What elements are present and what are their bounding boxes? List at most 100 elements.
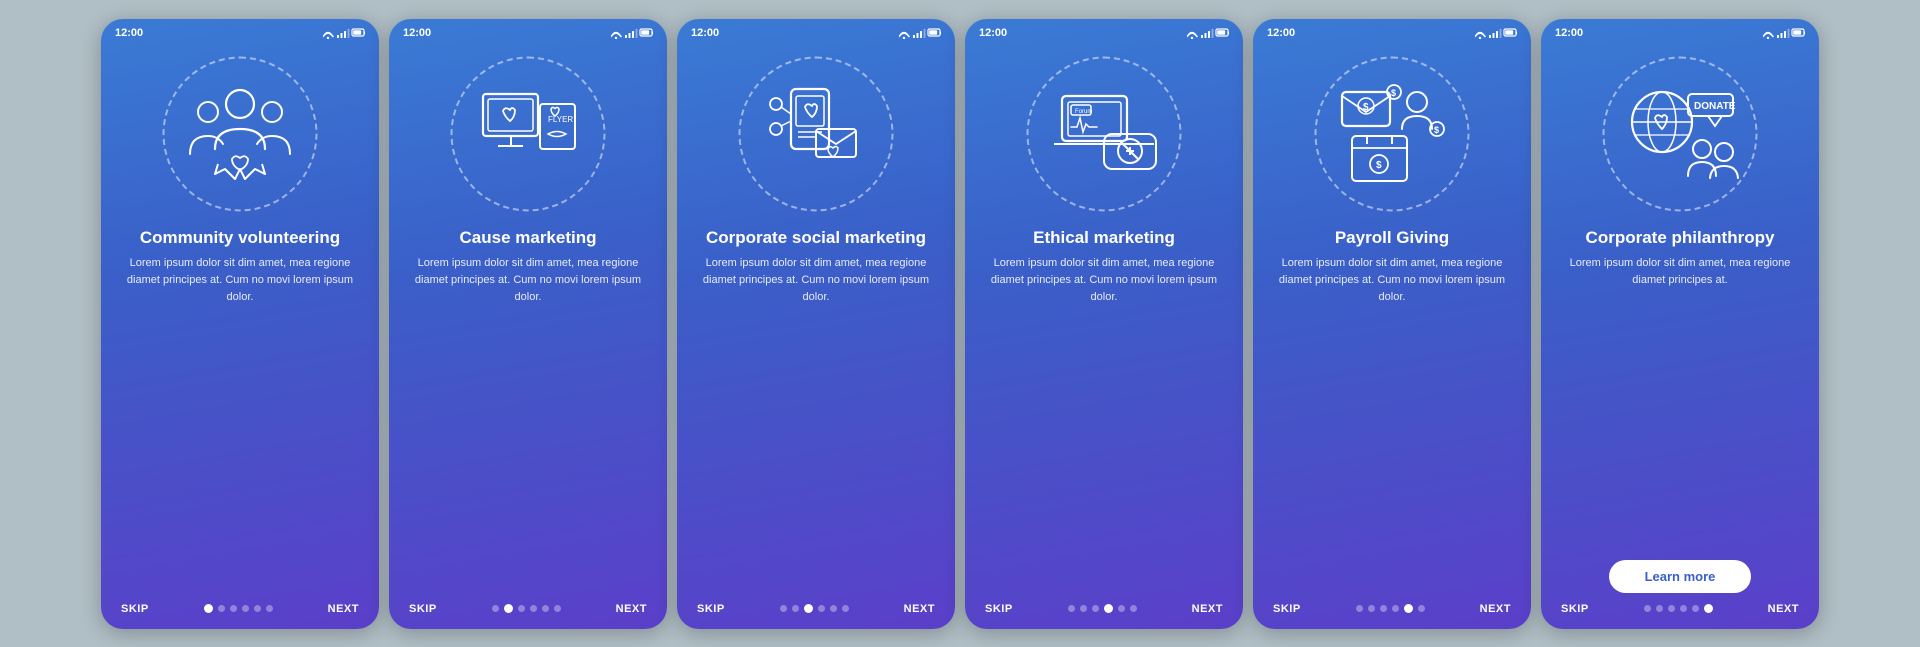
status-time: 12:00	[115, 27, 143, 39]
pagination-dot-5[interactable]	[1704, 604, 1713, 613]
skip-button[interactable]: SKIP	[121, 603, 149, 615]
pagination-dot-3[interactable]	[1104, 604, 1113, 613]
pagination-dot-4[interactable]	[254, 605, 261, 612]
status-icons	[1475, 27, 1517, 39]
illustration-area: Forum	[1019, 49, 1189, 219]
pagination-dot-0[interactable]	[780, 605, 787, 612]
status-bar: 12:00	[389, 19, 667, 43]
learn-more-button[interactable]: Learn more	[1609, 560, 1752, 593]
status-bar: 12:00	[965, 19, 1243, 43]
bottom-nav: SKIP NEXT	[1541, 593, 1819, 629]
bottom-nav: SKIP NEXT	[1253, 593, 1531, 629]
card-title: Corporate social marketing	[706, 227, 926, 249]
pagination-dots	[1644, 604, 1713, 613]
pagination-dots	[1356, 604, 1425, 613]
pagination-dot-5[interactable]	[1130, 605, 1137, 612]
card-body: Lorem ipsum dolor sit dim amet, mea regi…	[1559, 255, 1801, 552]
status-bar: 12:00	[677, 19, 955, 43]
pagination-dot-3[interactable]	[1680, 605, 1687, 612]
card-body: Lorem ipsum dolor sit dim amet, mea regi…	[695, 255, 937, 424]
pagination-dot-2[interactable]	[804, 604, 813, 613]
illustration-area: FLYER	[443, 49, 613, 219]
card-title: Corporate philanthropy	[1586, 227, 1775, 249]
pagination-dots	[492, 604, 561, 613]
svg-text:FLYER: FLYER	[548, 115, 573, 124]
phone-screen-2: 12:00 F	[389, 19, 667, 629]
pagination-dot-4[interactable]	[1118, 605, 1125, 612]
pagination-dot-3[interactable]	[1392, 605, 1399, 612]
card-title: Community volunteering	[140, 227, 340, 249]
svg-text:DONATE: DONATE	[1694, 101, 1736, 112]
status-bar: 12:00	[101, 19, 379, 43]
phone-screen-4: 12:00 Forum	[965, 19, 1243, 629]
pagination-dot-5[interactable]	[1418, 605, 1425, 612]
pagination-dot-2[interactable]	[1092, 605, 1099, 612]
pagination-dot-1[interactable]	[1656, 605, 1663, 612]
status-time: 12:00	[1267, 27, 1295, 39]
skip-button[interactable]: SKIP	[985, 603, 1013, 615]
pagination-dot-0[interactable]	[204, 604, 213, 613]
card-title: Payroll Giving	[1335, 227, 1449, 249]
pagination-dot-4[interactable]	[542, 605, 549, 612]
pagination-dot-0[interactable]	[1644, 605, 1651, 612]
skip-button[interactable]: SKIP	[697, 603, 725, 615]
pagination-dots	[780, 604, 849, 613]
pagination-dot-1[interactable]	[504, 604, 513, 613]
pagination-dot-0[interactable]	[1068, 605, 1075, 612]
pagination-dots	[204, 604, 273, 613]
pagination-dot-5[interactable]	[842, 605, 849, 612]
next-button[interactable]: NEXT	[1192, 603, 1223, 615]
pagination-dot-2[interactable]	[1668, 605, 1675, 612]
card-title: Ethical marketing	[1033, 227, 1175, 249]
pagination-dot-0[interactable]	[1356, 605, 1363, 612]
bottom-nav: SKIP NEXT	[965, 593, 1243, 629]
phone-screen-1: 12:00	[101, 19, 379, 629]
pagination-dot-0[interactable]	[492, 605, 499, 612]
status-time: 12:00	[691, 27, 719, 39]
skip-button[interactable]: SKIP	[409, 603, 437, 615]
pagination-dot-5[interactable]	[554, 605, 561, 612]
next-button[interactable]: NEXT	[904, 603, 935, 615]
status-time: 12:00	[1555, 27, 1583, 39]
pagination-dot-3[interactable]	[242, 605, 249, 612]
illustration-area	[731, 49, 901, 219]
status-bar: 12:00	[1541, 19, 1819, 43]
phone-screen-5: 12:00 $	[1253, 19, 1531, 629]
pagination-dots	[1068, 604, 1137, 613]
skip-button[interactable]: SKIP	[1273, 603, 1301, 615]
pagination-dot-1[interactable]	[792, 605, 799, 612]
pagination-dot-4[interactable]	[1692, 605, 1699, 612]
illustration-area: $ $ $ $	[1307, 49, 1477, 219]
status-time: 12:00	[403, 27, 431, 39]
next-button[interactable]: NEXT	[1768, 603, 1799, 615]
bottom-nav: SKIP NEXT	[677, 593, 955, 629]
status-time: 12:00	[979, 27, 1007, 39]
illustration-area: DONATE	[1595, 49, 1765, 219]
next-button[interactable]: NEXT	[616, 603, 647, 615]
svg-text:Forum: Forum	[1075, 109, 1092, 115]
pagination-dot-2[interactable]	[230, 605, 237, 612]
pagination-dot-4[interactable]	[830, 605, 837, 612]
bottom-nav: SKIP NEXT	[389, 593, 667, 629]
pagination-dot-3[interactable]	[818, 605, 825, 612]
pagination-dot-1[interactable]	[1368, 605, 1375, 612]
pagination-dot-3[interactable]	[530, 605, 537, 612]
status-bar: 12:00	[1253, 19, 1531, 43]
svg-text:$: $	[1363, 102, 1369, 113]
pagination-dot-2[interactable]	[518, 605, 525, 612]
pagination-dot-4[interactable]	[1404, 604, 1413, 613]
pagination-dot-1[interactable]	[218, 605, 225, 612]
next-button[interactable]: NEXT	[1480, 603, 1511, 615]
pagination-dot-1[interactable]	[1080, 605, 1087, 612]
status-icons	[1763, 27, 1805, 39]
phone-screen-3: 12:00	[677, 19, 955, 629]
next-button[interactable]: NEXT	[328, 603, 359, 615]
phone-screen-6: 12:00	[1541, 19, 1819, 629]
pagination-dot-2[interactable]	[1380, 605, 1387, 612]
skip-button[interactable]: SKIP	[1561, 603, 1589, 615]
pagination-dot-5[interactable]	[266, 605, 273, 612]
screens-container: 12:00	[0, 0, 1920, 647]
svg-text:$: $	[1391, 88, 1396, 98]
illustration-area	[155, 49, 325, 219]
card-body: Lorem ipsum dolor sit dim amet, mea regi…	[407, 255, 649, 424]
